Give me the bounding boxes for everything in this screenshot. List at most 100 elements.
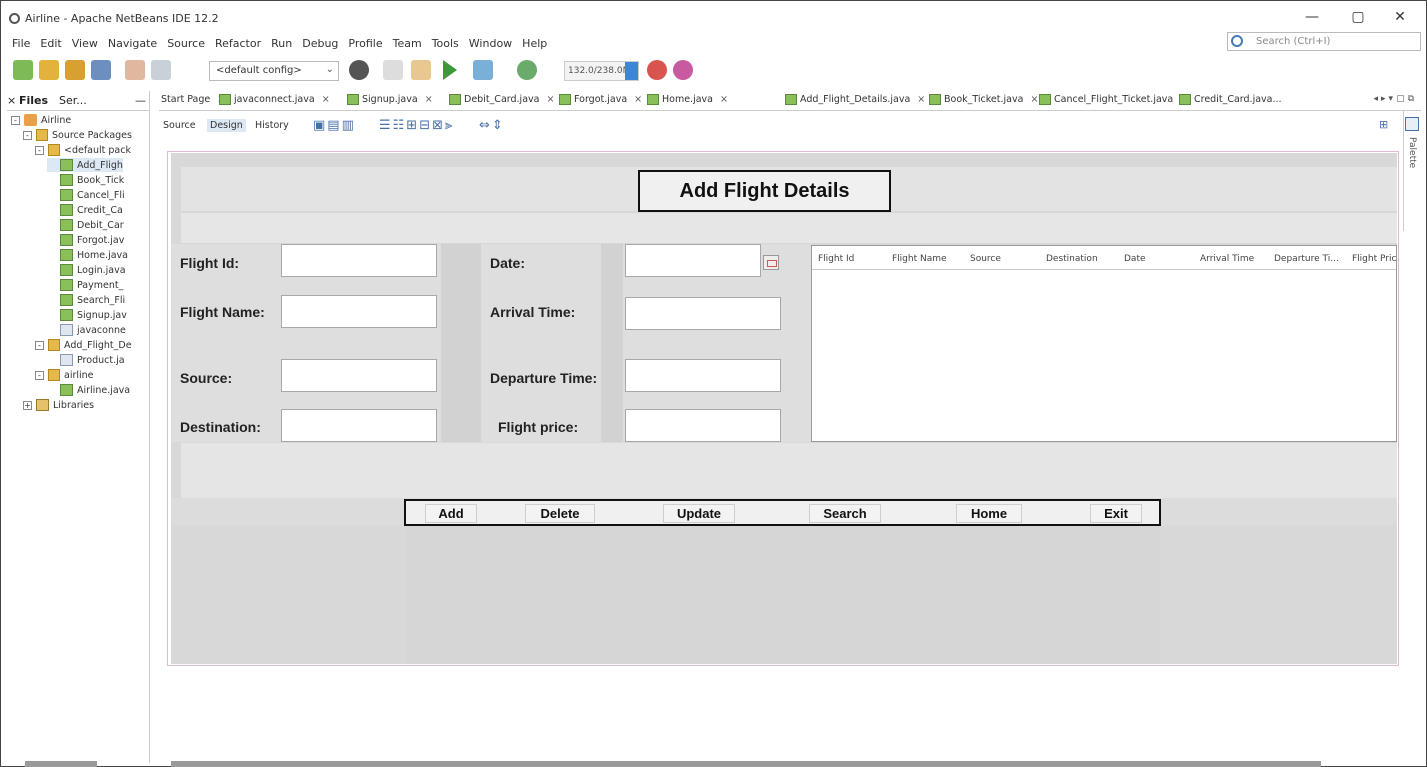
destination-input[interactable] [281,409,437,442]
tab-design[interactable]: Design [207,119,246,132]
editor-tab[interactable]: Add_Flight_Details.java × [785,94,926,105]
column-header[interactable]: Date [1124,254,1146,264]
alignment-icons[interactable]: ☰☷⊞⊟⊠⫸ [379,118,454,133]
calendar-icon[interactable] [763,255,779,270]
tree-item[interactable]: Credit_Ca [47,203,123,217]
column-header[interactable]: Arrival Time [1200,254,1254,264]
menu-file[interactable]: File [7,37,35,53]
left-panel-scrollbar[interactable] [25,761,97,767]
collapse-icon[interactable]: - [35,340,44,350]
editor-tab[interactable]: Cancel_Flight_Ticket.java× [1039,94,1188,105]
delete-button[interactable]: Delete [525,504,595,523]
open-project-icon[interactable] [65,60,85,80]
tree-item[interactable]: Book_Tick [47,173,124,187]
grid-icon[interactable]: ⊞ [1379,118,1390,131]
search-input[interactable]: Search (Ctrl+I) [1227,32,1421,51]
build-icon[interactable] [411,60,431,80]
tree-item[interactable]: - Add_Flight_De [35,338,132,352]
column-header[interactable]: Source [970,254,1001,264]
undo-icon[interactable] [125,60,145,80]
add-button[interactable]: Add [425,504,477,523]
close-tab-icon[interactable]: × [322,94,330,105]
expand-icon[interactable]: + [23,400,32,410]
editor-tab[interactable]: Forgot.java × [559,94,642,105]
tree-item[interactable]: Airline.java [47,383,130,397]
tree-item[interactable]: Payment_ [47,278,123,292]
new-file-icon[interactable] [13,60,33,80]
editor-tab[interactable]: Book_Ticket.java × [929,94,1038,105]
tree-item[interactable]: - Airline [11,113,71,127]
memory-indicator[interactable]: 132.0/238.0MB [564,61,639,81]
search-button[interactable]: Search [809,504,881,523]
tab-navigation-icons[interactable]: ◂▸▾▢⧉ [1374,94,1417,104]
editor-tab[interactable]: Debit_Card.java × [449,94,554,105]
redo-icon[interactable] [151,60,171,80]
collapse-icon[interactable]: - [23,130,32,140]
horizontal-scrollbar[interactable] [171,761,1321,767]
tree-item[interactable]: Cancel_Fli [47,188,125,202]
arrival-time-input[interactable] [625,297,781,330]
close-tab-icon[interactable]: × [917,94,925,105]
menu-help[interactable]: Help [517,37,552,53]
collapse-icon[interactable]: - [35,370,44,380]
menu-profile[interactable]: Profile [343,37,387,53]
palette-sidebar[interactable]: Palette [1403,111,1421,231]
tree-item[interactable]: Product.ja [47,353,125,367]
home-button[interactable]: Home [956,504,1022,523]
update-button[interactable]: Update [663,504,735,523]
tree-item[interactable]: Home.java [47,248,128,262]
menu-view[interactable]: View [67,37,103,53]
minimize-panel-icon[interactable]: — [135,94,146,107]
tree-item[interactable]: javaconne [47,323,126,337]
tree-item[interactable]: - airline [35,368,94,382]
menu-navigate[interactable]: Navigate [103,37,162,53]
menu-refactor[interactable]: Refactor [210,37,266,53]
resize-icons[interactable]: ⇔⇕ [479,118,505,133]
editor-tab[interactable]: Signup.java × [347,94,433,105]
globe-icon[interactable] [349,60,369,80]
column-header[interactable]: Flight Pric [1352,254,1396,264]
tree-item[interactable]: - <default pack [35,143,131,157]
editor-tab[interactable]: Start Page× [161,94,225,105]
source-input[interactable] [281,359,437,392]
tab-history[interactable]: History [255,120,289,131]
column-header[interactable]: Destination [1046,254,1098,264]
minimize-button[interactable]: — [1297,9,1327,25]
flight-name-input[interactable] [281,295,437,328]
menu-run[interactable]: Run [266,37,297,53]
collapse-icon[interactable]: - [35,145,44,155]
new-project-icon[interactable] [39,60,59,80]
tree-item[interactable]: Debit_Car [47,218,124,232]
close-tab-icon[interactable]: × [425,94,433,105]
run-icon[interactable] [443,60,457,80]
tree-item[interactable]: Search_Fli [47,293,125,307]
close-tab-icon[interactable]: × [634,94,642,105]
editor-tab[interactable]: Credit_Card.java... [1179,94,1282,105]
editor-tab[interactable]: javaconnect.java × [219,94,330,105]
menu-window[interactable]: Window [464,37,517,53]
selection-mode-icons[interactable]: ▣▤▥ [313,118,356,133]
editor-tab[interactable]: Home.java × [647,94,728,105]
save-all-icon[interactable] [91,60,111,80]
profiler-snapshot-icon[interactable] [673,60,693,80]
close-tab-icon[interactable]: × [1030,94,1038,105]
config-select[interactable]: <default config> ⌄ [209,61,339,81]
departure-time-input[interactable] [625,359,781,392]
close-icon[interactable]: × [7,94,16,107]
profile-icon[interactable] [517,60,537,80]
maximize-button[interactable]: ▢ [1343,9,1373,25]
menu-edit[interactable]: Edit [35,37,66,53]
palette-icon[interactable] [1405,117,1419,131]
date-input[interactable] [625,244,761,277]
exit-button[interactable]: Exit [1090,504,1142,523]
menu-team[interactable]: Team [388,37,427,53]
flight-price-input[interactable] [625,409,781,442]
close-tab-icon[interactable]: × [546,94,554,105]
clean-icon[interactable] [383,60,403,80]
tree-item[interactable]: Signup.jav [47,308,127,322]
column-header[interactable]: Departure Ti... [1274,254,1339,264]
tab-files[interactable]: Files [19,94,48,107]
tree-item[interactable]: Login.java [47,263,126,277]
menu-source[interactable]: Source [162,37,210,53]
menu-tools[interactable]: Tools [427,37,464,53]
